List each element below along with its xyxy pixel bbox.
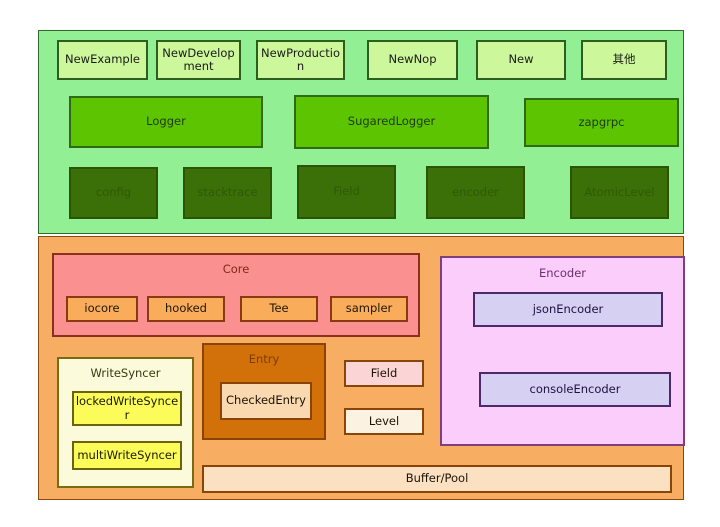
- logger-box-logger[interactable]: Logger: [69, 96, 263, 148]
- constructor-box-newproduction[interactable]: NewProduction: [256, 40, 345, 80]
- internal-box-field[interactable]: Field: [297, 165, 396, 219]
- buffer-pool-box[interactable]: Buffer/Pool: [202, 465, 672, 493]
- core-panel-title: Core: [222, 262, 250, 276]
- constructor-box-other[interactable]: 其他: [581, 40, 667, 80]
- encoder-panel-title: Encoder: [538, 266, 587, 280]
- encoder-child-consoleencoder[interactable]: consoleEncoder: [479, 372, 671, 407]
- core-child-iocore[interactable]: iocore: [66, 296, 138, 322]
- writesyncer-child-multiwritesyncer[interactable]: multiWriteSyncer: [72, 441, 182, 470]
- constructor-box-newdevelopment[interactable]: NewDevelopment: [156, 40, 241, 80]
- internal-box-stacktrace[interactable]: stacktrace: [183, 167, 272, 219]
- core-child-hooked[interactable]: hooked: [147, 296, 225, 322]
- field-box[interactable]: Field: [344, 360, 424, 387]
- constructor-box-newexample[interactable]: NewExample: [57, 40, 148, 80]
- entry-child-checkedentry[interactable]: CheckedEntry: [220, 382, 312, 420]
- logger-box-zapgrpc[interactable]: zapgrpc: [524, 98, 679, 147]
- entry-panel-title: Entry: [248, 352, 280, 366]
- level-box[interactable]: Level: [344, 408, 424, 435]
- writesyncer-panel: WriteSyncer lockedWriteSyncer multiWrite…: [57, 357, 194, 488]
- core-panel: Core iocore hooked Tee sampler: [52, 253, 420, 337]
- constructor-box-new[interactable]: New: [476, 40, 566, 80]
- core-child-sampler[interactable]: sampler: [330, 296, 408, 322]
- internal-box-encoder[interactable]: encoder: [426, 166, 525, 219]
- constructor-box-newnop[interactable]: NewNop: [367, 40, 458, 80]
- encoder-child-jsonencoder[interactable]: jsonEncoder: [473, 292, 663, 327]
- internal-box-config[interactable]: config: [69, 167, 158, 219]
- api-layer-panel: NewExample NewDevelopment NewProduction …: [38, 30, 684, 234]
- diagram-canvas: NewExample NewDevelopment NewProduction …: [0, 0, 720, 527]
- logger-box-sugaredlogger[interactable]: SugaredLogger: [294, 95, 489, 149]
- writesyncer-panel-title: WriteSyncer: [90, 366, 161, 380]
- writesyncer-child-lockedwritesyncer[interactable]: lockedWriteSyncer: [72, 391, 182, 426]
- internal-box-atomiclevel[interactable]: AtomicLevel: [570, 166, 669, 219]
- core-child-tee[interactable]: Tee: [240, 296, 318, 322]
- encoder-panel: Encoder jsonEncoder consoleEncoder: [440, 256, 685, 446]
